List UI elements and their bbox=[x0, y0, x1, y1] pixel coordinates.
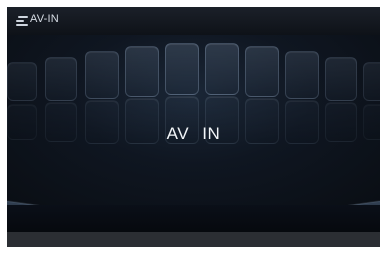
header-bar: AV-IN bbox=[7, 7, 380, 35]
background-tile bbox=[165, 43, 199, 95]
footer-bar bbox=[7, 232, 380, 247]
menu-icon[interactable] bbox=[16, 16, 28, 26]
av-in-display-area: AV IN bbox=[7, 35, 380, 241]
menu-icon-line bbox=[16, 20, 24, 22]
background-tile bbox=[85, 51, 119, 99]
menu-icon-line bbox=[16, 24, 28, 26]
background-tile bbox=[325, 57, 357, 101]
av-in-label: AV IN bbox=[166, 124, 221, 143]
background-tile bbox=[205, 43, 239, 95]
header-title: AV-IN bbox=[30, 13, 59, 25]
background-tiles bbox=[7, 35, 380, 185]
background-tile bbox=[363, 62, 380, 101]
background-tile bbox=[285, 51, 319, 99]
av-in-screen: AV-IN AV IN bbox=[7, 7, 380, 247]
background-tile bbox=[245, 46, 279, 97]
background-tile bbox=[125, 46, 159, 97]
bottom-band bbox=[7, 205, 380, 232]
background-tile bbox=[7, 62, 37, 101]
menu-icon-line bbox=[18, 16, 28, 18]
background-tile bbox=[45, 57, 77, 101]
